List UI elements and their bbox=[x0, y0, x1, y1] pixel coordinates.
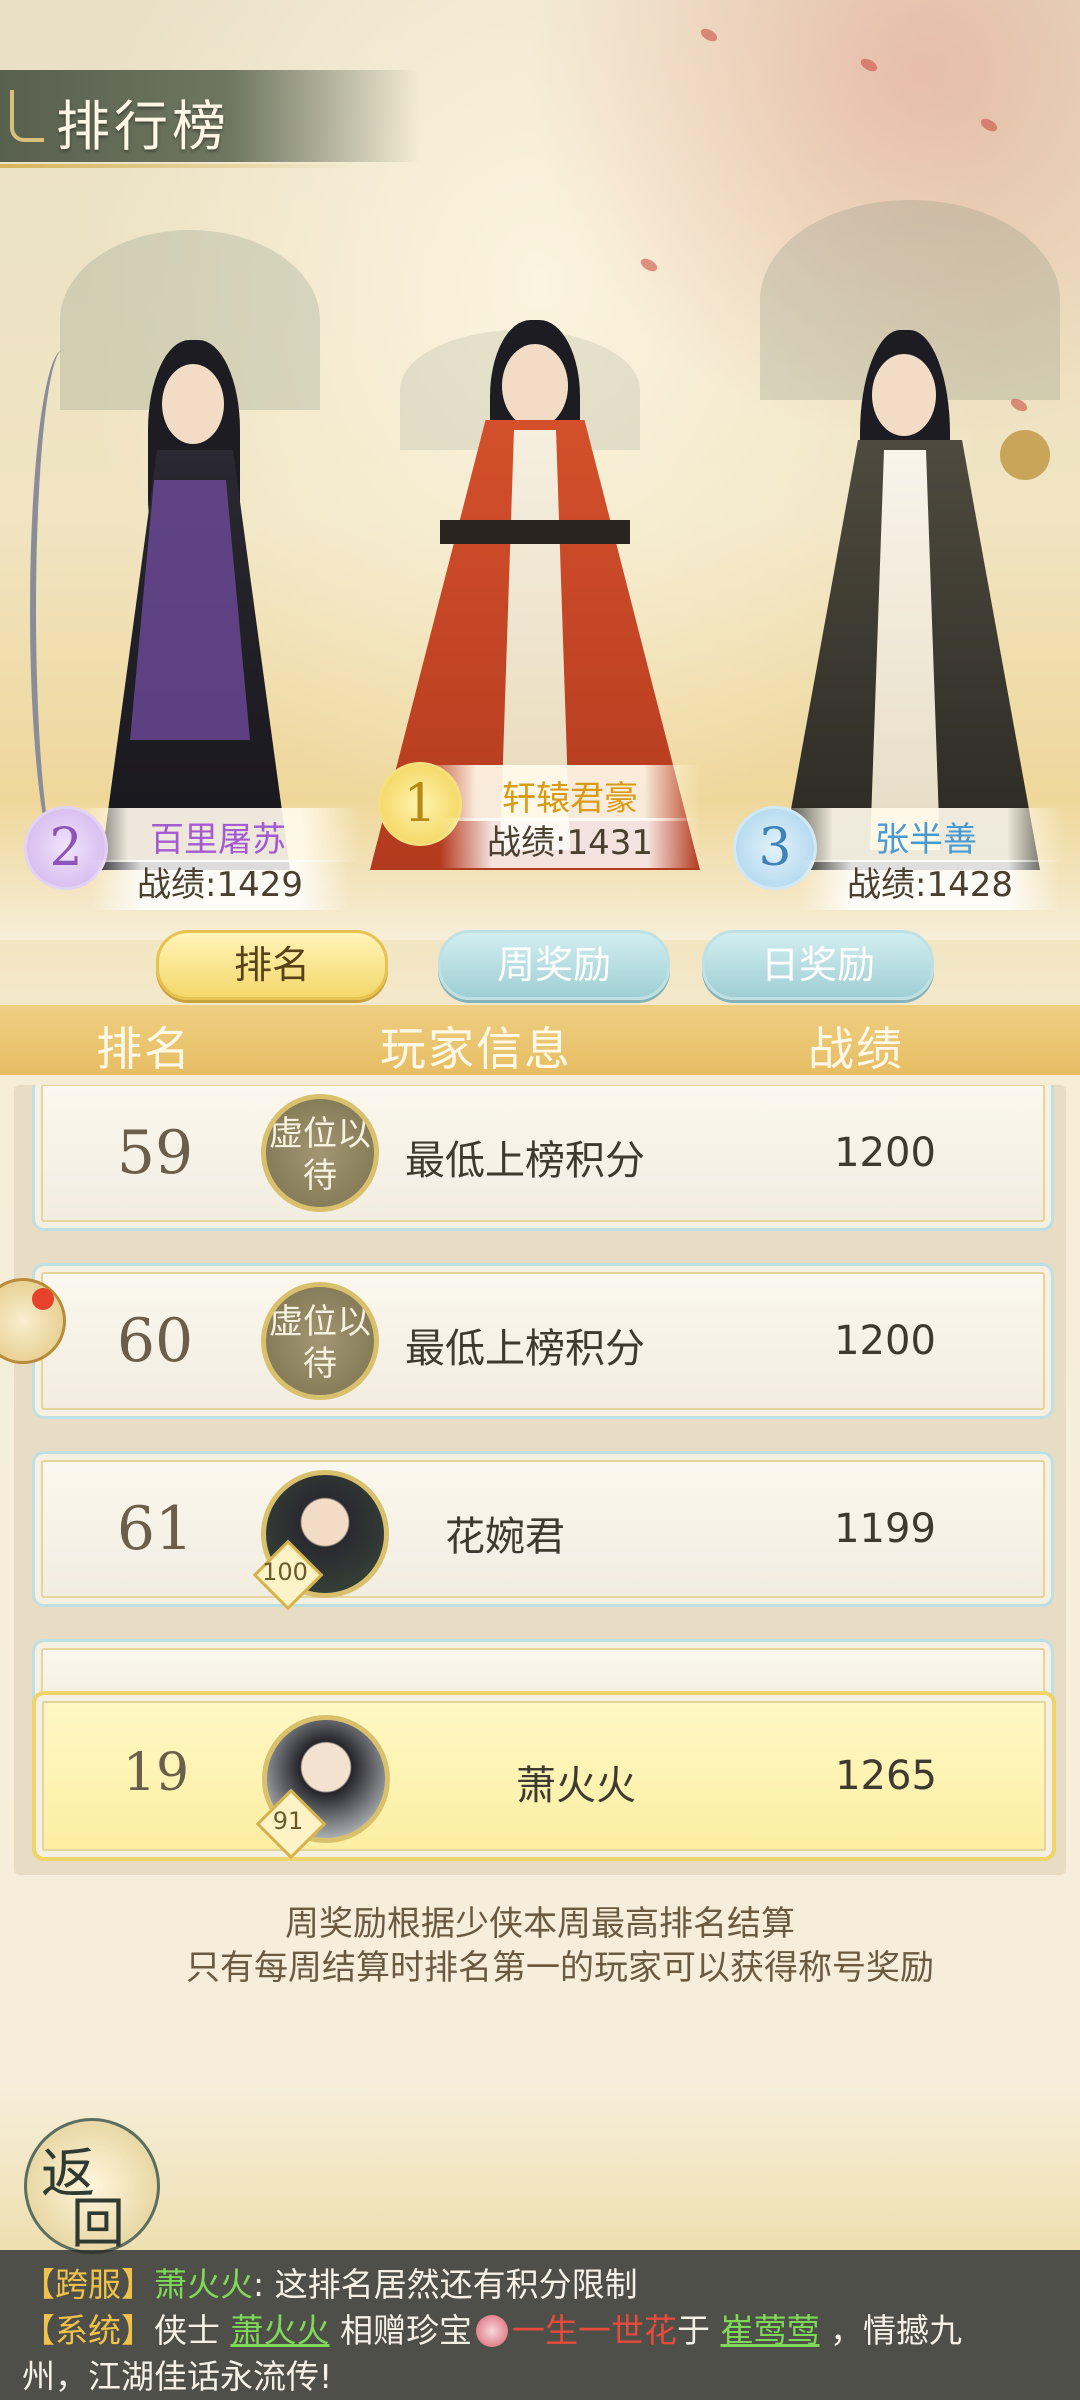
row-rank: 60 bbox=[116, 1306, 194, 1376]
character-rank-2[interactable] bbox=[30, 330, 360, 890]
notification-dot bbox=[32, 1288, 54, 1310]
chat-panel[interactable]: 【跨服】萧火火: 这排名居然还有积分限制 【系统】侠士 萧火火 相赠珍宝 一生一世… bbox=[0, 2250, 1080, 2400]
row-level: 100 bbox=[262, 1558, 308, 1586]
rank-1-name: 轩辕君豪 bbox=[502, 779, 638, 819]
chat-channel-tag: 【系统】 bbox=[22, 2311, 154, 2350]
chat-channel-tag: 【跨服】 bbox=[22, 2265, 154, 2304]
chat-line-2: 【系统】侠士 萧火火 相赠珍宝 一生一世花于 崔莺莺 ，情撼九 bbox=[22, 2304, 962, 2352]
flower-icon bbox=[476, 2315, 508, 2347]
petal bbox=[698, 26, 720, 44]
rank-3-name: 张半善 bbox=[875, 820, 977, 860]
row-score: 1200 bbox=[834, 1318, 936, 1364]
chat-item: 一生一世花 bbox=[512, 2311, 677, 2350]
ranking-list[interactable]: 59 虚位以待 最低上榜积分 1200 60 虚位以待 最低上榜积分 1200 … bbox=[14, 1085, 1066, 1875]
my-score: 1265 bbox=[835, 1753, 937, 1799]
tab-ranking[interactable]: 排名 bbox=[156, 930, 388, 1000]
my-rank: 19 bbox=[122, 1743, 190, 1803]
my-level: 91 bbox=[272, 1807, 304, 1835]
return-label-2: 回 bbox=[71, 2192, 125, 2255]
rank-3-score: 战绩:1428 bbox=[800, 860, 1060, 910]
placeholder-avatar: 虚位以待 bbox=[261, 1282, 379, 1400]
return-button[interactable]: 返 回 bbox=[24, 2118, 160, 2255]
tab-daily-reward[interactable]: 日奖励 bbox=[702, 930, 934, 1000]
chat-message: : 这排名居然还有积分限制 bbox=[253, 2265, 638, 2304]
petal bbox=[858, 56, 880, 74]
chat-text: ，情撼九 bbox=[819, 2311, 962, 2350]
chat-text: 于 bbox=[677, 2311, 721, 2350]
title-ornament bbox=[10, 90, 44, 142]
chat-line-1: 【跨服】萧火火: 这排名居然还有积分限制 bbox=[22, 2258, 638, 2306]
page-title: 排行榜 bbox=[56, 95, 230, 158]
placeholder-avatar: 虚位以待 bbox=[261, 1094, 379, 1212]
row-score: 1200 bbox=[834, 1130, 936, 1176]
chat-receiver-link[interactable]: 崔莺莺 bbox=[721, 2311, 820, 2350]
table-row[interactable]: 60 虚位以待 最低上榜积分 1200 bbox=[32, 1263, 1054, 1419]
chat-line-3: 州，江湖佳话永流传! bbox=[22, 2357, 333, 2396]
row-score: 1199 bbox=[834, 1506, 936, 1552]
reward-note-1: 周奖励根据少侠本周最高排名结算 bbox=[285, 1904, 795, 1944]
character-rank-3[interactable] bbox=[720, 320, 1080, 880]
petal bbox=[978, 116, 1000, 134]
row-player-name: 最低上榜积分 bbox=[405, 1138, 645, 1184]
chat-text: 相赠珍宝 bbox=[329, 2311, 472, 2350]
chat-giver-link[interactable]: 萧火火 bbox=[231, 2311, 330, 2350]
rank-1-score: 战绩:1431 bbox=[440, 818, 700, 868]
chat-text: 侠士 bbox=[154, 2311, 231, 2350]
row-rank: 61 bbox=[116, 1494, 194, 1564]
rank-2-score: 战绩:1429 bbox=[90, 860, 350, 910]
row-rank: 59 bbox=[116, 1118, 194, 1188]
bottom-decoration bbox=[0, 2080, 1080, 2250]
reward-note-2: 只有每周结算时排名第一的玩家可以获得称号奖励 bbox=[186, 1948, 934, 1988]
table-row[interactable]: 59 虚位以待 最低上榜积分 1200 bbox=[32, 1085, 1054, 1231]
petal bbox=[638, 256, 660, 274]
my-rank-row[interactable]: 19 91 萧火火 1265 bbox=[32, 1691, 1056, 1861]
header-score: 战绩 bbox=[808, 1022, 904, 1076]
header-player-info: 玩家信息 bbox=[380, 1022, 572, 1076]
header-rank: 排名 bbox=[96, 1022, 192, 1076]
rank-2-name: 百里屠苏 bbox=[150, 820, 286, 860]
list-header: 排名 玩家信息 战绩 bbox=[0, 1005, 1080, 1076]
row-player-name: 花婉君 bbox=[445, 1514, 565, 1560]
row-player-name: 最低上榜积分 bbox=[405, 1326, 645, 1372]
chat-speaker[interactable]: 萧火火 bbox=[154, 2265, 253, 2304]
table-row[interactable]: 61 100 花婉君 1199 bbox=[32, 1451, 1054, 1611]
tab-weekly-reward[interactable]: 周奖励 bbox=[438, 930, 670, 1000]
